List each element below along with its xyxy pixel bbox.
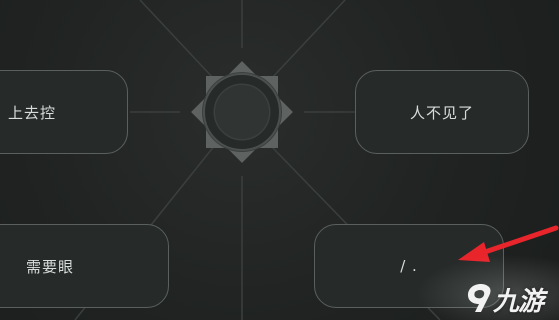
gear-ring-icon[interactable] [180,50,304,174]
quick-chat-option-bottom-left[interactable]: 需要眼 [0,224,169,308]
quick-chat-wheel: 上去控 人不见了 需要眼 / . 九游 [0,0,559,320]
quick-chat-option-label: 上去控 [8,103,57,122]
quick-chat-option-top-right[interactable]: 人不见了 [355,70,529,154]
9game-logo-icon [468,284,491,312]
quick-chat-option-top-left[interactable]: 上去控 [0,70,128,154]
quick-chat-option-label: 人不见了 [409,103,474,122]
quick-chat-option-label: 需要眼 [26,257,75,276]
watermark-text: 九游 [493,287,544,317]
